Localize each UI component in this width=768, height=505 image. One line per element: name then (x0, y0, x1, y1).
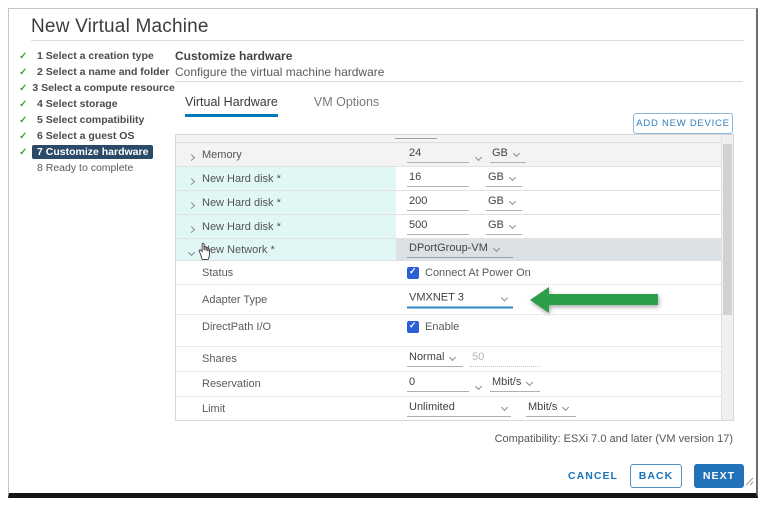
wizard-step-3[interactable]: ✓ 3 Select a compute resource (19, 80, 177, 96)
check-icon: ✓ (19, 66, 28, 78)
row-label: Reservation (202, 378, 261, 390)
limit-unit-select[interactable]: Mbit/s (526, 401, 576, 417)
table-row-new-network: New Network * DPortGroup-VM (176, 238, 733, 260)
memory-size-input[interactable]: 24 (407, 147, 469, 163)
table-row-hard-disk-1: New Hard disk * 16 GB (176, 166, 721, 190)
row-label: New Network * (202, 243, 275, 256)
network-select[interactable]: DPortGroup-VM (407, 242, 513, 258)
table-row-limit: Limit Unlimited Mbit/s (176, 396, 721, 420)
disk1-unit-select[interactable]: GB (486, 171, 522, 187)
tab-vm-options[interactable]: VM Options (314, 95, 379, 117)
row-label: New Hard disk * (202, 220, 281, 233)
wizard-step-4[interactable]: ✓ 4 Select storage (19, 96, 177, 112)
row-label: New Hard disk * (202, 172, 281, 185)
limit-input[interactable]: Unlimited (407, 401, 511, 417)
row-label: Status (202, 266, 234, 279)
chevron-down-icon (500, 403, 509, 411)
checkbox-label: Enable (425, 320, 460, 333)
compatibility-text: Compatibility: ESXi 7.0 and later (VM ve… (494, 433, 733, 445)
chevron-down-icon (449, 353, 457, 362)
connect-at-power-on-checkbox[interactable] (407, 266, 419, 279)
pane-subheading: Configure the virtual machine hardware (175, 65, 385, 79)
hand-cursor-icon (197, 242, 212, 266)
enable-checkbox[interactable] (407, 320, 419, 333)
row-label: DirectPath I/O (202, 320, 272, 333)
table-row-partial (176, 135, 721, 142)
check-icon: ✓ (19, 146, 28, 158)
check-icon: ✓ (19, 114, 28, 126)
chevron-down-icon (562, 403, 570, 411)
wizard-steps: ✓ 1 Select a creation type ✓ 2 Select a na… (19, 48, 177, 176)
annotation-arrow-icon (530, 286, 658, 313)
shares-level-select[interactable]: Normal (407, 351, 463, 367)
chevron-down-icon (508, 221, 516, 229)
new-vm-dialog: New Virtual Machine ✓ 1 Select a creation… (8, 8, 758, 498)
disk2-size-input[interactable]: 200 (407, 195, 469, 211)
adapter-type-select[interactable]: VMXNET 3 (407, 291, 513, 308)
row-label: Adapter Type (202, 293, 268, 306)
dialog-header: New Virtual Machine (31, 9, 744, 41)
table-row-status: Status Connect At Power On (176, 260, 721, 284)
disk3-size-input[interactable]: 500 (407, 219, 469, 235)
chevron-down-icon (508, 197, 516, 205)
reservation-unit-select[interactable]: Mbit/s (490, 376, 540, 392)
next-button[interactable]: NEXT (694, 464, 744, 488)
footer-buttons: CANCEL BACK NEXT (568, 464, 744, 488)
check-icon: ✓ (19, 82, 28, 94)
scrollbar-thumb[interactable] (723, 144, 732, 315)
chevron-down-icon[interactable] (474, 382, 483, 391)
back-button[interactable]: BACK (630, 464, 682, 488)
memory-unit-select[interactable]: GB (490, 147, 526, 163)
row-label: New Hard disk * (202, 196, 281, 209)
checkbox-label: Connect At Power On (425, 266, 531, 279)
table-row-directpath: DirectPath I/O Enable (176, 314, 721, 338)
table-row-shares: Shares Normal 50 (176, 346, 721, 371)
table-row-hard-disk-3: New Hard disk * 500 GB (176, 214, 721, 238)
row-label: Limit (202, 402, 226, 415)
chevron-down-icon (512, 149, 520, 157)
divider (175, 81, 743, 82)
scrollbar-track[interactable] (721, 135, 733, 420)
cancel-button[interactable]: CANCEL (568, 464, 618, 488)
wizard-step-6[interactable]: ✓ 6 Select a guest OS (19, 128, 177, 144)
chevron-right-icon[interactable] (187, 153, 196, 161)
disk2-unit-select[interactable]: GB (486, 195, 522, 211)
page-title: New Virtual Machine (31, 16, 209, 37)
table-row-adapter-type: Adapter Type VMXNET 3 (176, 284, 721, 314)
chevron-down-icon (526, 378, 534, 387)
shares-amount-input: 50 (470, 351, 540, 367)
table-row-memory: Memory 24 GB (176, 142, 721, 166)
chevron-down-icon (508, 173, 516, 181)
disk1-size-input[interactable]: 16 (407, 171, 469, 187)
pane-heading: Customize hardware (175, 49, 293, 63)
chevron-down-icon (500, 293, 509, 302)
wizard-step-7[interactable]: ✓ 7 Customize hardware (19, 144, 177, 160)
tab-virtual-hardware[interactable]: Virtual Hardware (185, 95, 278, 117)
check-icon: ✓ (19, 50, 28, 62)
check-icon: ✓ (19, 130, 28, 142)
reservation-input[interactable]: 0 (407, 376, 469, 392)
resize-handle-icon[interactable] (745, 473, 754, 491)
chevron-down-icon[interactable] (474, 153, 483, 161)
check-icon: ✓ (19, 98, 28, 110)
table-row-hard-disk-2: New Hard disk * 200 GB (176, 190, 721, 214)
hardware-table: Memory 24 GB New Hard disk * 16 GB New H… (175, 134, 734, 421)
disk3-unit-select[interactable]: GB (486, 219, 522, 235)
chevron-down-icon (492, 244, 500, 252)
wizard-step-1[interactable]: ✓ 1 Select a creation type (19, 48, 177, 64)
add-new-device-button[interactable]: ADD NEW DEVICE (633, 113, 733, 134)
wizard-step-2[interactable]: ✓ 2 Select a name and folder (19, 64, 177, 80)
tab-bar: Virtual Hardware VM Options (185, 95, 379, 117)
truncated-underline (395, 138, 437, 139)
wizard-step-8[interactable]: 8 Ready to complete (19, 160, 177, 176)
row-label: Shares (202, 353, 237, 365)
table-row-reservation: Reservation 0 Mbit/s (176, 371, 721, 396)
row-label: Memory (202, 148, 242, 161)
wizard-step-5[interactable]: ✓ 5 Select compatibility (19, 112, 177, 128)
